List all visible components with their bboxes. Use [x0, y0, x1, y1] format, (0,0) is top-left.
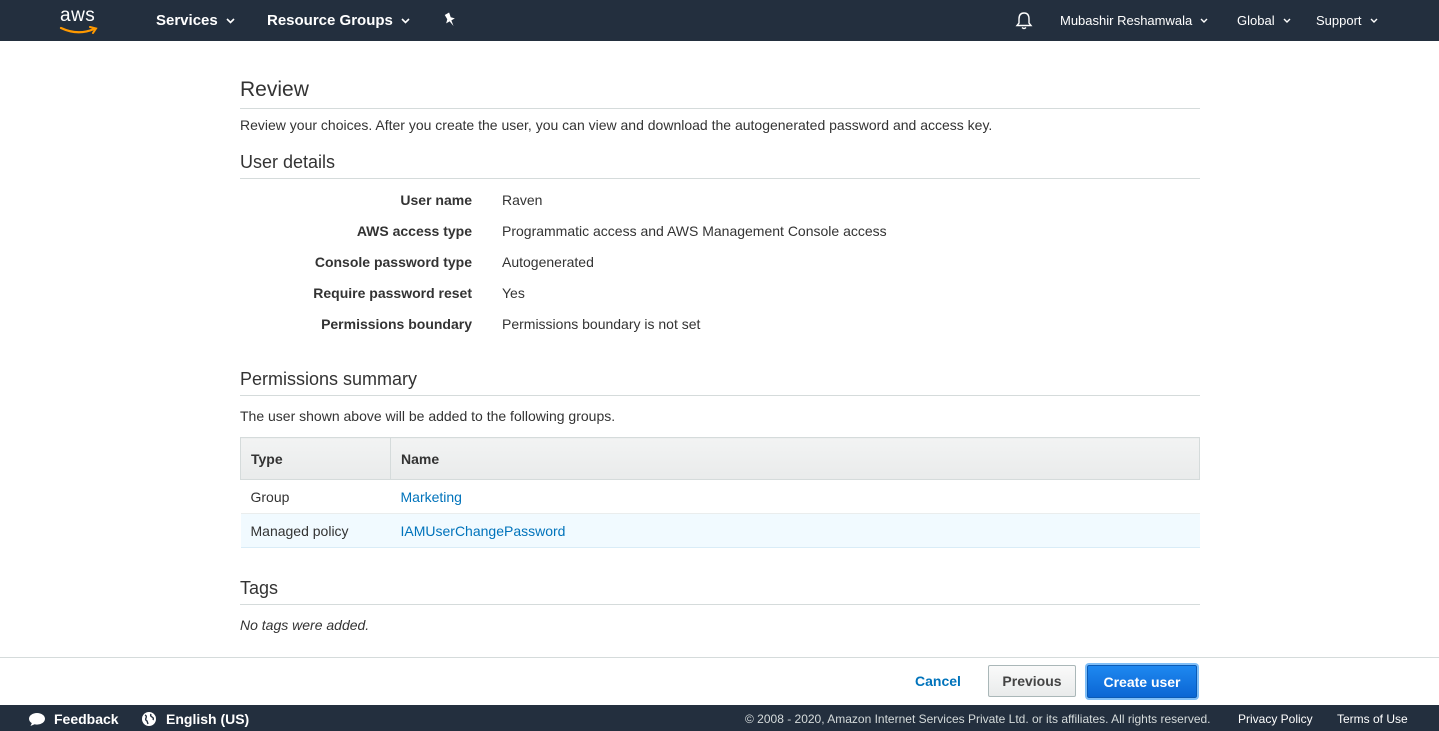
no-tags-message: No tags were added.: [240, 617, 370, 633]
resource-groups-menu[interactable]: Resource Groups: [267, 0, 410, 41]
review-description: Review your choices. After you create th…: [240, 117, 993, 133]
detail-label: Console password type: [314, 254, 472, 270]
cell-name: Marketing: [390, 479, 1200, 514]
services-label: Services: [156, 12, 218, 29]
detail-label: User name: [400, 192, 472, 208]
divider: [240, 108, 1200, 109]
cell-type: Managed policy: [240, 513, 391, 548]
chevron-down-icon: [401, 17, 410, 24]
pin-icon[interactable]: [443, 12, 457, 28]
privacy-policy-link[interactable]: Privacy Policy: [1238, 712, 1313, 726]
language-selector[interactable]: English (US): [141, 711, 249, 727]
support-label: Support: [1316, 13, 1362, 28]
detail-value: Autogenerated: [502, 254, 594, 270]
divider: [240, 395, 1200, 396]
chevron-down-icon: [1370, 18, 1378, 23]
detail-value: Raven: [502, 192, 543, 208]
console-footer: Feedback English (US) © 2008 - 2020, Ama…: [0, 705, 1439, 731]
detail-row-user-name: User name Raven: [240, 192, 1200, 212]
region-menu[interactable]: Global: [1237, 0, 1291, 41]
table-row: Managed policy IAMUserChangePassword: [240, 513, 1200, 548]
permissions-table: Type Name Group Marketing Managed policy…: [240, 437, 1200, 548]
permissions-summary-heading: Permissions summary: [240, 369, 418, 389]
table-row: Group Marketing: [240, 479, 1200, 514]
page-title: Review: [240, 78, 309, 101]
permissions-description: The user shown above will be added to th…: [240, 408, 616, 424]
services-menu[interactable]: Services: [156, 0, 235, 41]
user-details-heading: User details: [240, 152, 336, 172]
aws-smile-icon: [59, 26, 98, 34]
feedback-button[interactable]: Feedback: [28, 711, 119, 727]
chevron-down-icon: [226, 17, 235, 24]
cell-name: IAMUserChangePassword: [390, 513, 1200, 548]
detail-row-access-type: AWS access type Programmatic access and …: [240, 223, 1200, 243]
previous-button[interactable]: Previous: [988, 665, 1076, 697]
bell-icon[interactable]: [1015, 11, 1033, 30]
copyright-text: © 2008 - 2020, Amazon Internet Services …: [745, 712, 1211, 726]
detail-label: Permissions boundary: [321, 316, 472, 332]
aws-logo-text: aws: [60, 5, 96, 26]
column-header-type[interactable]: Type: [240, 437, 391, 480]
support-menu[interactable]: Support: [1316, 0, 1378, 41]
chevron-down-icon: [1200, 18, 1208, 23]
top-navigation: aws Services Resource Groups Mubashir Re…: [0, 0, 1439, 41]
detail-row-password-reset: Require password reset Yes: [240, 285, 1200, 305]
detail-row-password-type: Console password type Autogenerated: [240, 254, 1200, 274]
chevron-down-icon: [1283, 18, 1291, 23]
detail-label: Require password reset: [313, 285, 472, 301]
speech-bubble-icon: [29, 712, 45, 726]
aws-logo[interactable]: aws: [58, 5, 104, 36]
wizard-action-bar: Cancel Previous Create user: [0, 657, 1439, 705]
cell-type: Group: [240, 479, 391, 514]
detail-value: Yes: [502, 285, 525, 301]
region-label: Global: [1237, 13, 1275, 28]
user-name: Mubashir Reshamwala: [1060, 13, 1193, 28]
column-header-name[interactable]: Name: [390, 437, 1200, 480]
divider: [240, 604, 1200, 605]
globe-icon: [142, 712, 156, 726]
detail-value: Programmatic access and AWS Management C…: [502, 223, 887, 239]
terms-of-use-link[interactable]: Terms of Use: [1337, 712, 1408, 726]
group-link-marketing[interactable]: Marketing: [401, 489, 462, 505]
divider: [240, 178, 1200, 179]
cancel-button[interactable]: Cancel: [915, 673, 961, 689]
user-menu[interactable]: Mubashir Reshamwala: [1060, 0, 1208, 41]
create-user-button[interactable]: Create user: [1087, 665, 1197, 698]
language-label: English (US): [166, 711, 250, 727]
detail-value: Permissions boundary is not set: [502, 316, 701, 332]
feedback-label: Feedback: [54, 711, 119, 727]
detail-label: AWS access type: [356, 223, 472, 239]
detail-row-permissions-boundary: Permissions boundary Permissions boundar…: [240, 316, 1200, 336]
tags-heading: Tags: [240, 578, 279, 598]
resource-groups-label: Resource Groups: [267, 12, 393, 29]
policy-link-iamuserchangepassword[interactable]: IAMUserChangePassword: [401, 523, 566, 539]
table-header-row: Type Name: [240, 437, 1200, 480]
